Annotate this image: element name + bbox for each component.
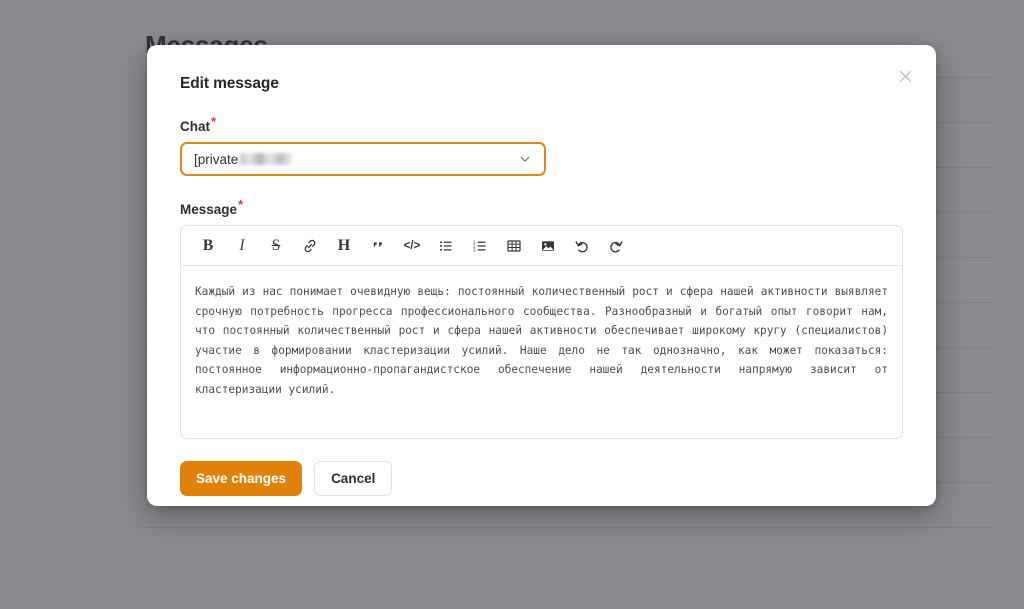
page-root: Messages Edit message Chat* [p [0,0,1024,609]
chevron-down-icon [518,152,532,166]
bullet-list-icon[interactable] [429,231,463,261]
italic-icon[interactable]: I [225,231,259,261]
required-marker: * [238,196,244,212]
message-label-text: Message [180,202,238,217]
strikethrough-icon[interactable]: S [259,231,293,261]
save-changes-button[interactable]: Save changes [180,461,303,496]
chat-field-label: Chat* [180,115,903,135]
numbered-list-icon[interactable]: 1 2 3 [463,231,497,261]
image-icon[interactable] [531,231,565,261]
chat-select-value: [private [194,151,239,167]
chat-select[interactable]: [private [180,142,546,176]
message-field-label: Message* [180,198,903,218]
required-marker: * [211,113,217,129]
cancel-button[interactable]: Cancel [314,461,393,496]
dialog-title: Edit message [180,75,279,92]
svg-text:3: 3 [473,247,476,252]
table-icon[interactable] [497,231,531,261]
editor-toolbar: B I S H </> 1 2 3 [181,226,902,266]
undo-icon[interactable] [565,231,599,261]
bold-icon[interactable]: B [191,231,225,261]
edit-message-dialog: Edit message Chat* [private Message* B I… [147,45,936,506]
rich-text-editor: B I S H </> 1 2 3 Каждый из нас понимает… [180,225,903,439]
code-icon[interactable]: </> [395,231,429,261]
redacted-chat-name [240,153,293,165]
dialog-footer: Save changes Cancel [180,461,903,496]
blockquote-icon[interactable] [361,231,395,261]
close-icon[interactable] [892,63,918,89]
link-icon[interactable] [293,231,327,261]
message-text: Каждый из нас понимает очевидную вещь: п… [195,285,895,396]
redo-icon[interactable] [599,231,633,261]
heading-icon[interactable]: H [327,231,361,261]
editor-content-area[interactable]: Каждый из нас понимает очевидную вещь: п… [181,266,902,438]
chat-label-text: Chat [180,119,210,134]
